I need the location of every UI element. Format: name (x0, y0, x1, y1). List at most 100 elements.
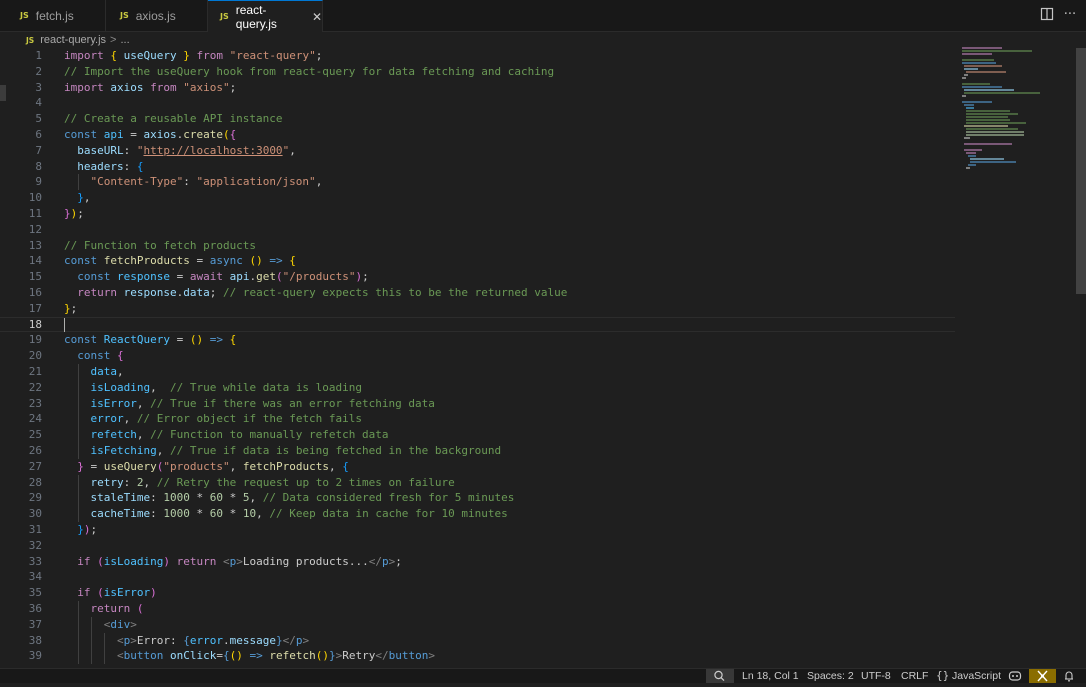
line-number: 15 (28, 270, 42, 284)
code-text: "Content-Type": "application/json", (90, 175, 323, 189)
code-line: 31 }); (0, 522, 1076, 538)
code-text: }); (64, 207, 84, 220)
scrollbar-thumb[interactable] (1076, 48, 1086, 294)
line-number: 14 (28, 254, 42, 268)
tab-axios-js[interactable]: JS axios.js (106, 0, 208, 31)
javascript-file-icon: JS (120, 11, 129, 20)
code-text: isLoading, // True while data is loading (90, 380, 363, 394)
line-number: 2 (35, 64, 42, 78)
line-number: 18 (28, 317, 42, 331)
code-editor[interactable]: 1 import { useQuery } from "react-query";… (0, 48, 1076, 668)
tab-label: fetch.js (35, 8, 74, 23)
code-text: <button onClick={() => refetch()}>Retry<… (116, 649, 435, 663)
line-number: 12 (28, 222, 42, 236)
line-number: 11 (28, 207, 42, 220)
indentation-setting[interactable]: Spaces: 2 (807, 669, 854, 683)
line-number: 16 (28, 286, 42, 299)
code-line: 32 (0, 538, 1076, 554)
text-cursor (64, 317, 65, 332)
code-text: if (isLoading) return <p>Loading product… (77, 554, 402, 568)
code-line: 1 import { useQuery } from "react-query"; (0, 48, 1076, 64)
tab-label: react-query.js (235, 2, 277, 31)
line-number: 38 (28, 633, 42, 647)
code-text: const fetchProducts = async () => { (64, 254, 296, 268)
code-text: }, (77, 191, 91, 205)
tab-label: axios.js (135, 8, 176, 23)
line-number: 29 (28, 491, 42, 505)
code-text: data, (90, 365, 124, 378)
line-number: 22 (28, 380, 42, 394)
line-number: 35 (28, 586, 42, 600)
line-number: 34 (28, 570, 42, 584)
code-line: 26 isFetching, // True if data is being … (0, 443, 1076, 459)
code-line: 20 const { (0, 348, 1076, 364)
line-number: 10 (28, 191, 42, 205)
line-ending-setting[interactable]: CRLF (901, 669, 928, 683)
code-line: 25 refetch, // Function to manually refe… (0, 427, 1076, 443)
close-icon[interactable]: ✕ (312, 10, 322, 24)
line-number: 8 (35, 159, 42, 173)
minimap[interactable] (962, 47, 1062, 177)
zoom-icon[interactable] (706, 669, 734, 683)
code-line: 4 (0, 95, 1076, 111)
copilot-icon[interactable] (1007, 669, 1023, 683)
cursor-position[interactable]: Ln 18, Col 1 (742, 669, 799, 683)
code-text: <div> (103, 617, 137, 631)
code-line: 28 retry: 2, // Retry the request up to … (0, 474, 1076, 491)
code-line: 6 const api = axios.create({ (0, 127, 1076, 143)
code-line: 23 isError, // True if there was an erro… (0, 395, 1076, 412)
code-text: } = useQuery("products", fetchProducts, … (77, 459, 349, 473)
code-line: 24 error, // Error object if the fetch f… (0, 411, 1076, 428)
code-line: 39 <button onClick={() => refetch()}>Ret… (0, 648, 1076, 665)
code-text: // Create a reusable API instance (64, 112, 283, 126)
encoding-setting[interactable]: UTF-8 (861, 669, 891, 683)
tab-fetch-js[interactable]: JS fetch.js (0, 0, 106, 31)
line-number: 36 (28, 602, 42, 615)
code-text: if (isError) (77, 586, 157, 600)
code-text: headers: { (77, 159, 144, 173)
code-text: refetch, // Function to manually refetch… (90, 428, 389, 442)
code-line: 21 data, (0, 364, 1076, 380)
code-line: 15 const response = await api.get("/prod… (0, 269, 1076, 285)
code-line: 11}); (0, 206, 1076, 222)
line-number: 26 (28, 444, 42, 457)
breadcrumb-file[interactable]: react-query.js (40, 34, 106, 46)
line-number: 6 (35, 128, 42, 141)
code-text: }; (64, 301, 78, 315)
split-editor-icon[interactable] (1039, 7, 1055, 23)
code-text: baseURL: "http://localhost:3000", (77, 143, 296, 157)
code-line: 22 isLoading, // True while data is load… (0, 379, 1076, 396)
code-text: const { (77, 349, 124, 363)
code-text: const ReactQuery = () => { (64, 333, 237, 347)
code-text: staleTime: 1000 * 60 * 5, // Data consid… (90, 491, 515, 505)
code-line: 29 staleTime: 1000 * 60 * 5, // Data con… (0, 490, 1076, 507)
status-bar: Ln 18, Col 1 Spaces: 2 UTF-8 CRLF {} Jav… (0, 668, 1086, 683)
line-number: 30 (28, 507, 42, 521)
notifications-bell-icon[interactable] (1062, 669, 1076, 683)
code-line: 27 } = useQuery("products", fetchProduct… (0, 459, 1076, 475)
code-text: }); (77, 523, 98, 536)
code-line: 37 <div> (0, 616, 1076, 633)
code-text: const response = await api.get("/product… (77, 270, 369, 284)
code-text: retry: 2, // Retry the request up to 2 t… (90, 475, 455, 489)
code-line: 35 if (isError) (0, 585, 1076, 601)
code-line: 17}; (0, 301, 1076, 317)
line-number: 27 (28, 459, 42, 473)
breadcrumb-more[interactable]: ... (120, 34, 129, 46)
line-number: 4 (35, 96, 42, 110)
language-mode[interactable]: JavaScript (952, 669, 1001, 683)
tab-react-query-js[interactable]: JS react-query.js ✕ (208, 0, 323, 32)
code-text: // Function to fetch products (64, 238, 257, 252)
breadcrumb: JS react-query.js > ... (0, 32, 1086, 48)
more-actions-icon[interactable]: ··· (1062, 7, 1078, 23)
code-line: 2 // Import the useQuery hook from react-… (0, 64, 1076, 80)
chevron-right-icon: > (110, 34, 117, 46)
code-line: 36 return ( (0, 601, 1076, 617)
code-line: 13 // Function to fetch products (0, 238, 1076, 254)
code-text: <p>Error: {error.message}</p> (116, 633, 310, 647)
code-text: // Import the useQuery hook from react-q… (64, 64, 555, 78)
code-line: 12 (0, 222, 1076, 238)
live-share-icon[interactable] (1029, 669, 1056, 683)
code-line: 33 if (isLoading) return <p>Loading prod… (0, 554, 1076, 570)
line-number: 33 (28, 554, 42, 568)
